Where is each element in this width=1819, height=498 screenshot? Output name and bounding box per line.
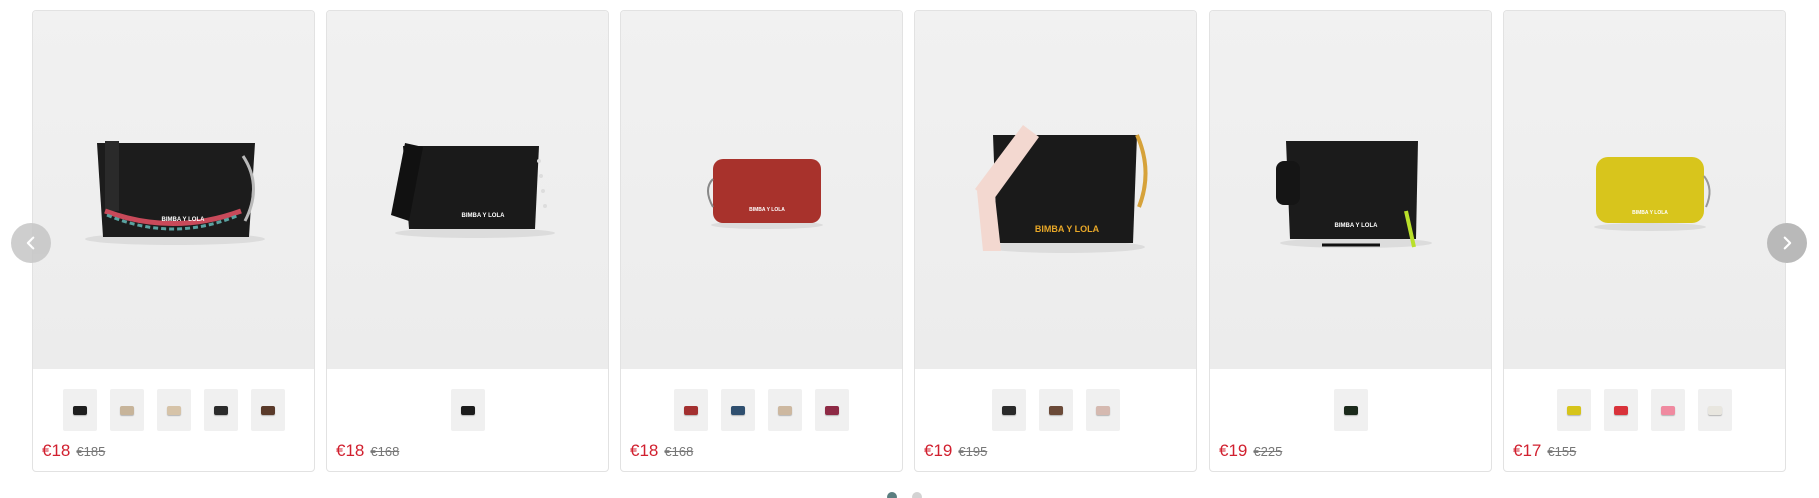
- color-swatch[interactable]: [203, 389, 238, 431]
- original-price: €168: [370, 444, 400, 459]
- price-row: €18 €168: [630, 441, 693, 461]
- product-card[interactable]: BIMBA Y LOLA €18 €168: [620, 10, 903, 472]
- swatch-thumbnail: [119, 405, 134, 415]
- bag-brand-print: BIMBA Y LOLA: [749, 207, 785, 213]
- color-swatch[interactable]: [1557, 389, 1591, 431]
- color-swatches: [1210, 389, 1491, 431]
- color-swatch[interactable]: [1651, 389, 1685, 431]
- product-photo: BIMBA Y LOLA: [1276, 141, 1432, 248]
- color-swatches: [33, 389, 314, 431]
- swatch-thumbnail: [1343, 405, 1358, 415]
- swatch-thumbnail: [1048, 405, 1063, 415]
- product-photo: BIMBA Y LOLA: [975, 125, 1148, 253]
- product-photo: BIMBA Y LOLA: [1594, 157, 1711, 231]
- swatch-thumbnail: [260, 405, 275, 415]
- color-swatch[interactable]: [250, 389, 285, 431]
- original-price: €168: [664, 444, 694, 459]
- color-swatch[interactable]: [1333, 389, 1368, 431]
- color-swatch[interactable]: [768, 389, 802, 431]
- bag-brand-print: BIMBA Y LOLA: [1035, 224, 1100, 234]
- swatch-thumbnail: [1661, 405, 1675, 415]
- pagination-dot[interactable]: [912, 492, 922, 498]
- price-row: €17 €155: [1513, 441, 1576, 461]
- color-swatch[interactable]: [1038, 389, 1073, 431]
- product-image[interactable]: BIMBA Y LOLA: [621, 11, 902, 369]
- swatch-thumbnail: [825, 405, 839, 415]
- color-swatch[interactable]: [721, 389, 755, 431]
- price-row: €18 €168: [336, 441, 399, 461]
- swatch-thumbnail: [731, 405, 745, 415]
- sale-price: €18: [336, 441, 365, 460]
- sale-price: €19: [924, 441, 953, 460]
- bag-brand-print: BIMBA Y LOLA: [1632, 210, 1668, 216]
- product-carousel: BIMBA Y LOLA €18 €185 BIMBA Y LOLA €18 €168 …: [0, 0, 1819, 498]
- swatch-thumbnail: [1614, 405, 1628, 415]
- sale-price: €19: [1219, 441, 1248, 460]
- swatch-thumbnail: [1567, 405, 1581, 415]
- original-price: €195: [958, 444, 988, 459]
- color-swatches: [915, 389, 1196, 431]
- color-swatches: [621, 389, 902, 431]
- color-swatch[interactable]: [674, 389, 708, 431]
- color-swatches: [327, 389, 608, 431]
- product-photo: BIMBA Y LOLA: [85, 141, 265, 245]
- bag-brand-print: BIMBA Y LOLA: [162, 217, 206, 223]
- original-price: €225: [1253, 444, 1283, 459]
- product-image[interactable]: BIMBA Y LOLA: [915, 11, 1196, 369]
- sale-price: €17: [1513, 441, 1542, 460]
- swatch-thumbnail: [1001, 405, 1016, 415]
- product-photo: BIMBA Y LOLA: [707, 159, 823, 229]
- carousel-prev-button[interactable]: [11, 223, 51, 263]
- swatch-thumbnail: [1708, 405, 1722, 415]
- color-swatches: [1504, 389, 1785, 431]
- price-row: €18 €185: [42, 441, 105, 461]
- product-photo: BIMBA Y LOLA: [391, 143, 555, 238]
- swatch-thumbnail: [778, 405, 792, 415]
- bag-brand-print: BIMBA Y LOLA: [1335, 223, 1379, 229]
- sale-price: €18: [630, 441, 659, 460]
- swatch-thumbnail: [166, 405, 181, 415]
- product-image[interactable]: BIMBA Y LOLA: [33, 11, 314, 369]
- sale-price: €18: [42, 441, 71, 460]
- bag-brand-print: BIMBA Y LOLA: [462, 213, 506, 219]
- swatch-thumbnail: [684, 405, 698, 415]
- pagination-dot[interactable]: [887, 492, 897, 498]
- original-price: €155: [1547, 444, 1577, 459]
- price-row: €19 €195: [924, 441, 987, 461]
- chevron-right-icon: [1783, 236, 1792, 250]
- swatch-thumbnail: [1095, 405, 1110, 415]
- original-price: €185: [76, 444, 106, 459]
- product-card[interactable]: BIMBA Y LOLA €17 €155: [1503, 10, 1786, 472]
- color-swatch[interactable]: [991, 389, 1026, 431]
- product-card[interactable]: BIMBA Y LOLA €18 €168: [326, 10, 609, 472]
- product-image[interactable]: BIMBA Y LOLA: [327, 11, 608, 369]
- product-card[interactable]: BIMBA Y LOLA €18 €185: [32, 10, 315, 472]
- product-image[interactable]: BIMBA Y LOLA: [1210, 11, 1491, 369]
- product-image[interactable]: BIMBA Y LOLA: [1504, 11, 1785, 369]
- swatch-thumbnail: [460, 405, 475, 415]
- color-swatch[interactable]: [1698, 389, 1732, 431]
- swatch-thumbnail: [213, 405, 228, 415]
- color-swatch[interactable]: [62, 389, 97, 431]
- product-card[interactable]: BIMBA Y LOLA €19 €195: [914, 10, 1197, 472]
- carousel-next-button[interactable]: [1767, 223, 1807, 263]
- color-swatch[interactable]: [815, 389, 849, 431]
- price-row: €19 €225: [1219, 441, 1282, 461]
- color-swatch[interactable]: [1604, 389, 1638, 431]
- product-card[interactable]: BIMBA Y LOLA €19 €225: [1209, 10, 1492, 472]
- swatch-thumbnail: [72, 405, 87, 415]
- carousel-pagination: [887, 492, 922, 498]
- color-swatch[interactable]: [1085, 389, 1120, 431]
- chevron-left-icon: [26, 236, 35, 250]
- color-swatch[interactable]: [109, 389, 144, 431]
- color-swatch[interactable]: [450, 389, 485, 431]
- color-swatch[interactable]: [156, 389, 191, 431]
- carousel-track: BIMBA Y LOLA €18 €185 BIMBA Y LOLA €18 €168 …: [32, 10, 1787, 472]
